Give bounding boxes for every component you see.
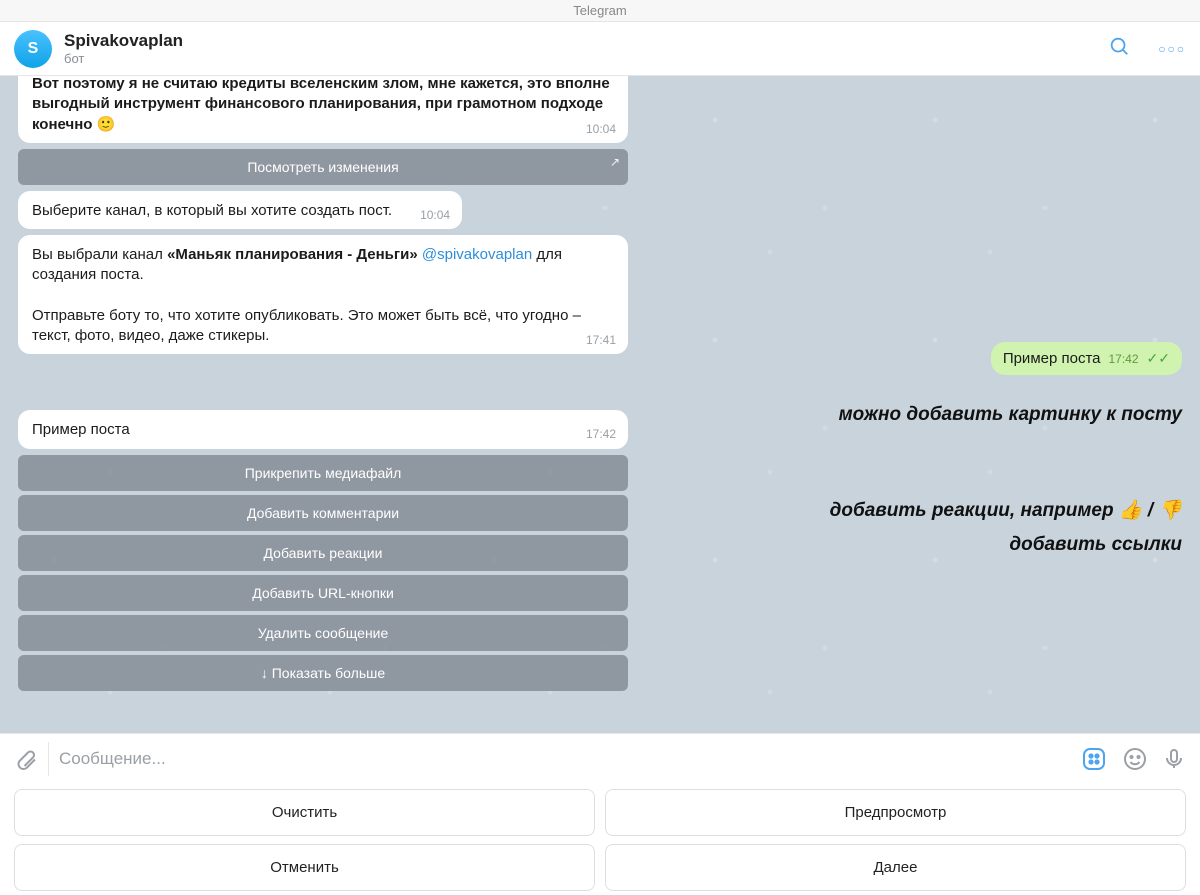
inline-btn-add-url[interactable]: Добавить URL-кнопки [18, 575, 628, 611]
inline-btn-view-changes[interactable]: Посмотреть изменения ↗ [18, 149, 628, 185]
incoming-message: Вы выбрали канал «Маньяк планирования - … [18, 235, 628, 354]
incoming-message: Вот поэтому я не считаю кредиты вселенск… [18, 76, 628, 143]
separator [48, 742, 49, 776]
window-titlebar: Telegram [0, 0, 1200, 22]
chat-area: Вот поэтому я не считаю кредиты вселенск… [0, 76, 1200, 733]
message-input-bar [0, 733, 1200, 783]
chat-title: Spivakovaplan [64, 31, 183, 51]
reply-btn-cancel[interactable]: Отменить [14, 844, 595, 891]
message-list: Вот поэтому я не считаю кредиты вселенск… [0, 76, 1200, 733]
message-text: Вы выбрали канал «Маньяк планирования - … [32, 246, 562, 283]
inline-btn-add-reactions[interactable]: Добавить реакции [18, 535, 628, 571]
reply-btn-next[interactable]: Далее [605, 844, 1186, 891]
emoji-icon[interactable] [1122, 746, 1148, 772]
search-icon[interactable] [1108, 35, 1130, 62]
avatar[interactable]: S [14, 30, 52, 68]
message-text: Пример поста [32, 421, 130, 438]
inline-btn-attach-media[interactable]: Прикрепить медиафайл [18, 455, 628, 491]
external-icon: ↗ [610, 155, 620, 169]
incoming-message: Пример поста 17:42 [18, 410, 628, 448]
read-checks-icon: ✓✓ [1147, 350, 1170, 367]
message-text: Выберите канал, в который вы хотите созд… [32, 202, 392, 219]
message-time: 10:04 [586, 121, 616, 137]
message-text: Пример поста [1003, 350, 1101, 367]
more-icon[interactable]: ○○○ [1158, 42, 1186, 56]
sticker-panel-icon[interactable] [1080, 745, 1108, 773]
inline-keyboard: Посмотреть изменения ↗ [18, 149, 628, 185]
inline-keyboard: Прикрепить медиафайл Добавить комментари… [18, 455, 628, 691]
mic-icon[interactable] [1162, 747, 1186, 771]
message-input[interactable] [59, 749, 1066, 769]
message-text: Отправьте боту то, что хотите опубликова… [32, 307, 581, 344]
chat-header: S Spivakovaplan бот ○○○ [0, 22, 1200, 76]
message-time: 17:42 [586, 426, 616, 442]
message-time: 17:41 [586, 332, 616, 348]
message-time: 10:04 [420, 207, 450, 223]
chat-identity[interactable]: Spivakovaplan бот [64, 31, 183, 66]
inline-btn-label: Посмотреть изменения [247, 159, 398, 175]
mention-link[interactable]: @spivakovaplan [422, 246, 532, 263]
message-time: 17:42 [1109, 352, 1139, 366]
attach-icon[interactable] [14, 747, 38, 771]
chat-subtitle: бот [64, 51, 183, 66]
outgoing-message: Пример поста 17:42 ✓✓ [991, 342, 1182, 375]
reply-keyboard: Очистить Предпросмотр Отменить Далее [0, 783, 1200, 895]
inline-btn-add-comments[interactable]: Добавить комментарии [18, 495, 628, 531]
message-text: Вот поэтому я не считаю кредиты вселенск… [32, 76, 610, 133]
reply-btn-preview[interactable]: Предпросмотр [605, 789, 1186, 836]
incoming-message: Выберите канал, в который вы хотите созд… [18, 191, 462, 229]
inline-btn-show-more[interactable]: ↓ Показать больше [18, 655, 628, 691]
reply-btn-clear[interactable]: Очистить [14, 789, 595, 836]
inline-btn-delete[interactable]: Удалить сообщение [18, 615, 628, 651]
